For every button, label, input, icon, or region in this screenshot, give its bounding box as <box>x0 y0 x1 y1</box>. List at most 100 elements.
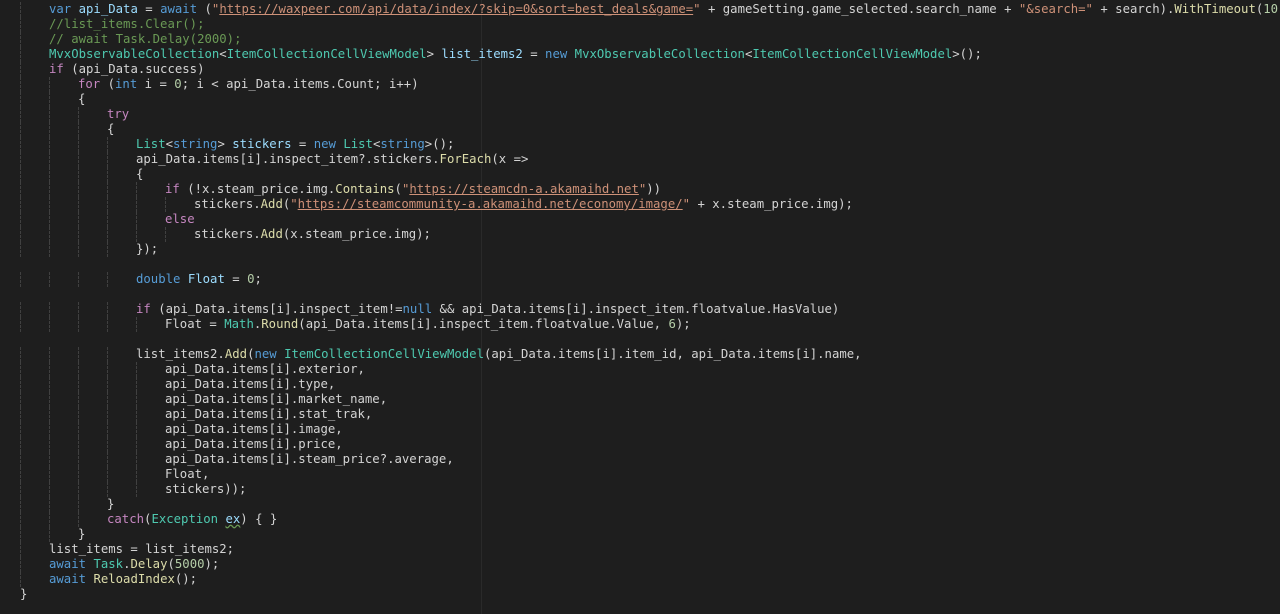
code-line[interactable]: list_items2.Add(new ItemCollectionCellVi… <box>0 347 1280 362</box>
code-line[interactable]: { <box>0 167 1280 182</box>
indent-guide <box>20 557 21 572</box>
code-line[interactable]: api_Data.items[i].exterior, <box>0 362 1280 377</box>
indent-guide <box>107 437 108 452</box>
code-line[interactable]: api_Data.items[i].stat_trak, <box>0 407 1280 422</box>
code-line[interactable]: stickers.Add("https://steamcommunity-a.a… <box>0 197 1280 212</box>
code-token: api_Data.items[i].image, <box>165 422 343 436</box>
code-token: 10 <box>1263 2 1279 16</box>
indent-guide <box>49 272 50 287</box>
code-line[interactable] <box>0 257 1280 272</box>
indent-guide <box>107 377 108 392</box>
code-token: api_Data.items[i].type, <box>165 377 336 391</box>
code-line[interactable]: { <box>0 122 1280 137</box>
indent-guide <box>107 392 108 407</box>
indent-guide <box>107 167 108 182</box>
code-editor[interactable]: { var api_Data = await ("https://waxpeer.… <box>0 0 1280 614</box>
code-line-content: api_Data.items[i].price, <box>165 437 343 451</box>
code-token: (x.steam_price.img); <box>282 227 431 241</box>
code-line[interactable]: } <box>0 497 1280 512</box>
indent-guide <box>107 362 108 377</box>
code-token: if <box>136 302 151 316</box>
code-line[interactable]: try <box>0 107 1280 122</box>
code-line[interactable]: Float, <box>0 467 1280 482</box>
code-token: Add <box>260 227 283 241</box>
code-token: Add <box>260 197 283 211</box>
code-line[interactable] <box>0 332 1280 347</box>
code-line[interactable]: list_items = list_items2; <box>0 542 1280 557</box>
code-token: new <box>254 347 285 361</box>
code-line[interactable]: } <box>0 587 1280 602</box>
code-line[interactable]: catch(Exception ex) { } <box>0 512 1280 527</box>
code-line[interactable]: api_Data.items[i].price, <box>0 437 1280 452</box>
code-token: https://steamcommunity-a.akamaihd.net/ec… <box>297 197 683 211</box>
code-line[interactable]: var api_Data = await ("https://waxpeer.c… <box>0 2 1280 17</box>
code-line[interactable]: stickers)); <box>0 482 1280 497</box>
code-token: await <box>160 2 198 16</box>
code-token: ( <box>394 182 402 196</box>
code-token: stickers)); <box>165 482 247 496</box>
code-line[interactable]: if (api_Data.items[i].inspect_item!=null… <box>0 302 1280 317</box>
indent-guide <box>20 47 21 62</box>
code-line[interactable]: await Task.Delay(5000); <box>0 557 1280 572</box>
code-line[interactable]: if (!x.steam_price.img.Contains("https:/… <box>0 182 1280 197</box>
code-line[interactable]: { <box>0 92 1280 107</box>
code-token: List <box>343 137 373 151</box>
code-line[interactable] <box>0 287 1280 302</box>
code-line-content: api_Data.items[i].inspect_item?.stickers… <box>136 152 528 166</box>
code-token: ; <box>254 272 262 286</box>
code-line-content: Float, <box>165 467 209 481</box>
code-line[interactable]: MvxObservableCollection<ItemCollectionCe… <box>0 47 1280 62</box>
code-line[interactable]: for (int i = 0; i < api_Data.items.Count… <box>0 77 1280 92</box>
code-token: try <box>107 107 130 121</box>
code-token: api_Data.items[i].exterior, <box>165 362 365 376</box>
code-line[interactable]: Float = Math.Round(api_Data.items[i].ins… <box>0 317 1280 332</box>
code-token: //list_items.Clear(); <box>49 17 205 31</box>
code-token: stickers. <box>194 227 261 241</box>
indent-guide <box>78 467 79 482</box>
code-line-content: { <box>20 0 27 1</box>
code-token: api_Data.items[i].steam_price?.average, <box>165 452 454 466</box>
code-line[interactable]: // await Task.Delay(2000); <box>0 32 1280 47</box>
code-line[interactable]: double Float = 0; <box>0 272 1280 287</box>
code-line-content: var api_Data = await ("https://waxpeer.c… <box>49 2 1280 16</box>
indent-guide <box>136 227 137 242</box>
code-line[interactable]: api_Data.items[i].inspect_item?.stickers… <box>0 152 1280 167</box>
code-token: MvxObservableCollection <box>49 47 220 61</box>
code-token: if <box>49 62 64 76</box>
code-token: string <box>380 137 425 151</box>
code-token: { <box>78 92 86 106</box>
indent-guide <box>49 242 50 257</box>
indent-guide <box>136 182 137 197</box>
indent-guide <box>78 407 79 422</box>
code-line[interactable]: api_Data.items[i].steam_price?.average, <box>0 452 1280 467</box>
indent-guide <box>20 152 21 167</box>
code-area[interactable]: { var api_Data = await ("https://waxpeer.… <box>0 0 1280 602</box>
code-line[interactable]: }); <box>0 242 1280 257</box>
code-line[interactable]: else <box>0 212 1280 227</box>
code-token: stickers <box>232 137 292 151</box>
code-token: if <box>165 182 180 196</box>
code-line[interactable]: List<string> stickers = new List<string>… <box>0 137 1280 152</box>
code-token: + gameSetting.game_selected.search_name … <box>700 2 1019 16</box>
code-line-content: api_Data.items[i].image, <box>165 422 343 436</box>
code-line[interactable]: api_Data.items[i].image, <box>0 422 1280 437</box>
indent-guide <box>49 137 50 152</box>
indent-guide <box>49 347 50 362</box>
indent-guide <box>107 212 108 227</box>
indent-guide <box>107 422 108 437</box>
code-token: catch <box>107 512 145 526</box>
code-line[interactable]: api_Data.items[i].type, <box>0 377 1280 392</box>
indent-guide <box>49 317 50 332</box>
code-token: api_Data <box>78 2 138 16</box>
indent-guide <box>136 197 137 212</box>
code-line[interactable]: if (api_Data.success) <box>0 62 1280 77</box>
code-line[interactable]: await ReloadIndex(); <box>0 572 1280 587</box>
code-line[interactable]: } <box>0 527 1280 542</box>
indent-guide <box>107 272 108 287</box>
code-line[interactable]: stickers.Add(x.steam_price.img); <box>0 227 1280 242</box>
code-token: Delay <box>130 557 168 571</box>
code-line[interactable]: api_Data.items[i].market_name, <box>0 392 1280 407</box>
indent-guide <box>78 167 79 182</box>
code-line[interactable]: //list_items.Clear(); <box>0 17 1280 32</box>
code-token: && api_Data.items[i].inspect_item.floatv… <box>432 302 840 316</box>
